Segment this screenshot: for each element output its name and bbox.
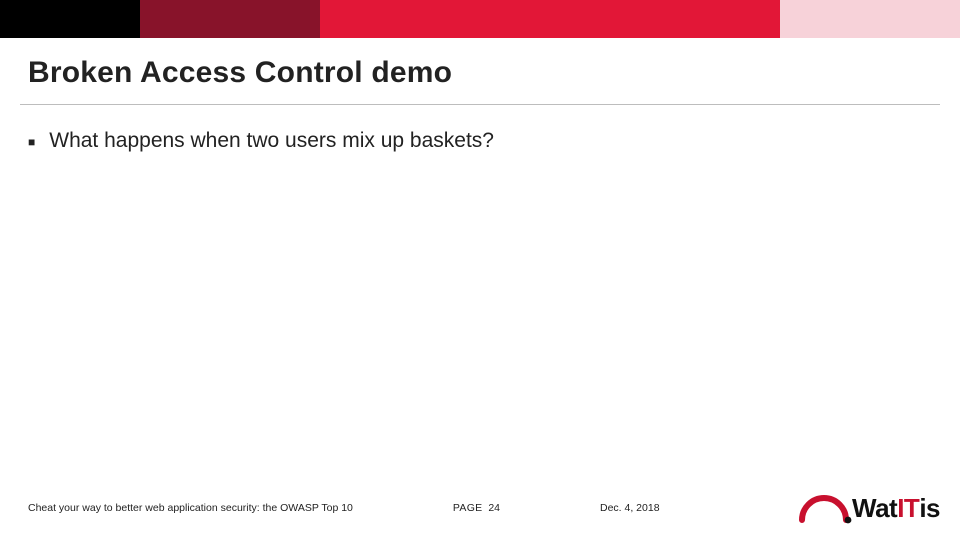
slide-footer: Cheat your way to better web application…	[0, 490, 960, 526]
logo: WatITis	[770, 490, 940, 526]
footer-date: Dec. 4, 2018	[600, 502, 770, 514]
logo-suffix: is	[919, 493, 940, 524]
bullet-marker-icon: ■	[28, 129, 35, 155]
bar-segment-darkred	[140, 0, 320, 38]
footer-left-text: Cheat your way to better web application…	[28, 502, 353, 514]
bar-segment-black	[0, 0, 140, 38]
logo-prefix: Wat	[852, 493, 897, 524]
logo-accent: IT	[897, 493, 919, 524]
logo-text: WatITis	[852, 493, 940, 524]
bullet-text: What happens when two users mix up baske…	[49, 129, 494, 153]
bar-segment-red	[320, 0, 780, 38]
top-accent-bar	[0, 0, 960, 38]
slide-body: ■ What happens when two users mix up bas…	[0, 105, 960, 155]
logo-arc-icon	[804, 490, 850, 520]
page-label: PAGE	[453, 502, 483, 514]
slide-title: Broken Access Control demo	[0, 38, 960, 98]
bar-segment-pink	[780, 0, 960, 38]
page-number: 24	[488, 502, 500, 514]
bullet-item: ■ What happens when two users mix up bas…	[28, 129, 932, 155]
slide: Broken Access Control demo ■ What happen…	[0, 0, 960, 540]
footer-page: PAGE 24	[353, 502, 600, 514]
